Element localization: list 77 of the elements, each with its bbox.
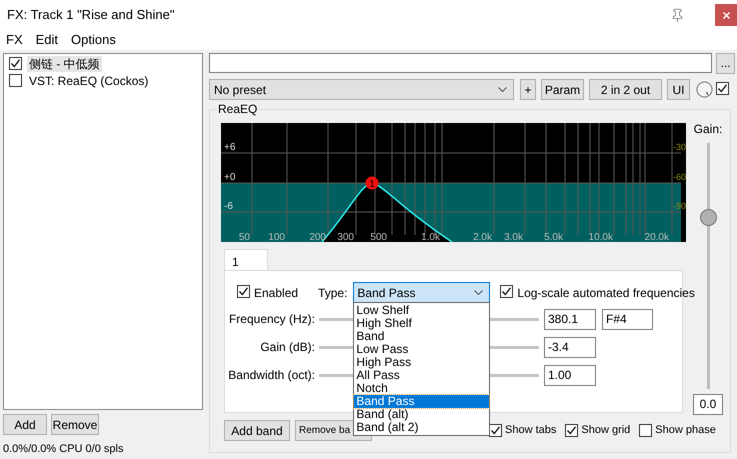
- add-preset-button[interactable]: +: [520, 79, 536, 100]
- param-label: Bandwidth (oct):: [227, 367, 315, 384]
- option-label: Show tabs: [505, 423, 556, 438]
- band-node[interactable]: 1: [366, 176, 378, 190]
- param-button[interactable]: Param: [541, 79, 584, 100]
- frequency-label: 100: [268, 232, 285, 242]
- text-field[interactable]: [209, 53, 712, 73]
- note-field[interactable]: F#4: [602, 308, 653, 330]
- group-title: ReaEQ: [216, 102, 260, 116]
- type-option[interactable]: Low Pass: [354, 343, 490, 356]
- option-checkbox[interactable]: [489, 424, 502, 437]
- knob-icon[interactable]: [696, 81, 713, 98]
- fx-enable-checkbox[interactable]: [9, 74, 22, 87]
- menu-item[interactable]: Options: [71, 30, 116, 50]
- type-dropdown[interactable]: Band Pass: [353, 282, 490, 303]
- type-option[interactable]: Band: [354, 330, 490, 343]
- frequency-label: 3.0k: [504, 232, 523, 242]
- chevron-icon: [498, 87, 507, 92]
- window-title: FX: Track 1 "Rise and Shine": [7, 6, 174, 24]
- log-scale-checkbox[interactable]: [500, 284, 514, 298]
- type-option[interactable]: High Pass: [354, 356, 490, 369]
- close-button[interactable]: [715, 4, 737, 26]
- chevron-icon: [474, 290, 484, 295]
- frequency-label: 200: [309, 232, 326, 242]
- frequency-label: 50: [238, 232, 250, 242]
- option-checkbox[interactable]: [639, 424, 652, 437]
- frequency-label: 300: [337, 232, 354, 242]
- enabled-label: Enabled: [254, 284, 298, 302]
- frequency-label: 5.0k: [544, 232, 563, 242]
- frequency-label: 20.0k: [644, 232, 669, 242]
- gain-label: Gain:: [694, 121, 722, 138]
- cpu-status: 0.0%/0.0% CPU 0/0 spls: [3, 442, 124, 457]
- menu-item[interactable]: Edit: [36, 30, 58, 50]
- fx-chain-item[interactable]: VST: ReaEQ (Cockos): [27, 72, 150, 88]
- add-band-button[interactable]: Add band: [224, 420, 290, 441]
- gain-scale-label: +6: [224, 142, 236, 153]
- param-label: Gain (dB):: [259, 339, 315, 356]
- gain-value-field[interactable]: 0.0: [693, 394, 723, 415]
- bypass-checkbox[interactable]: [716, 82, 729, 94]
- log-scale-label: Log-scale automated frequencies: [517, 284, 695, 302]
- option-checkbox[interactable]: [565, 424, 578, 437]
- menu-item[interactable]: FX: [6, 30, 23, 50]
- gain-scale-label: +0: [224, 172, 236, 183]
- type-label: Type:: [318, 284, 348, 302]
- frequency-label: 2.0k: [473, 232, 492, 242]
- add-button[interactable]: Add: [3, 414, 47, 435]
- param-value-field[interactable]: 1.00: [544, 364, 596, 386]
- gain-slider[interactable]: [700, 143, 716, 389]
- param-value-field[interactable]: -3.4: [544, 336, 596, 358]
- band-tab[interactable]: 1: [224, 249, 268, 270]
- type-option[interactable]: High Shelf: [354, 317, 490, 330]
- type-option[interactable]: All Pass: [354, 369, 490, 382]
- type-option[interactable]: Band (alt): [354, 408, 490, 421]
- type-option[interactable]: Notch: [354, 382, 490, 395]
- type-option[interactable]: Low Shelf: [354, 304, 490, 317]
- param-value-field[interactable]: 380.1: [544, 308, 596, 330]
- option-label: Show phase: [655, 423, 716, 438]
- fx-enable-checkbox[interactable]: [9, 57, 22, 70]
- gain-scale-label: -6: [224, 201, 233, 212]
- param-label: Frequency (Hz):: [228, 311, 315, 328]
- preset-dropdown[interactable]: No preset: [209, 79, 514, 100]
- frequency-label: 1.0k: [421, 232, 440, 242]
- pin-icon[interactable]: [670, 8, 685, 22]
- enabled-checkbox[interactable]: [237, 284, 250, 298]
- ui-button[interactable]: UI: [667, 79, 690, 100]
- io-button[interactable]: 2 in 2 out: [589, 79, 662, 100]
- type-option[interactable]: Band Pass: [354, 395, 490, 408]
- level-scale-label: -60: [672, 172, 686, 182]
- frequency-label: 500: [370, 232, 387, 242]
- frequency-label: 10.0k: [588, 232, 613, 242]
- option-label: Show grid: [581, 423, 630, 438]
- remove-button[interactable]: Remove: [51, 414, 99, 435]
- fx-chain-item[interactable]: 侧链 - 中低频: [27, 56, 102, 72]
- level-scale-label: -30: [672, 142, 686, 152]
- close-icon: [722, 12, 730, 18]
- more-button[interactable]: ...: [716, 52, 735, 74]
- gain-slider-thumb[interactable]: [700, 208, 716, 226]
